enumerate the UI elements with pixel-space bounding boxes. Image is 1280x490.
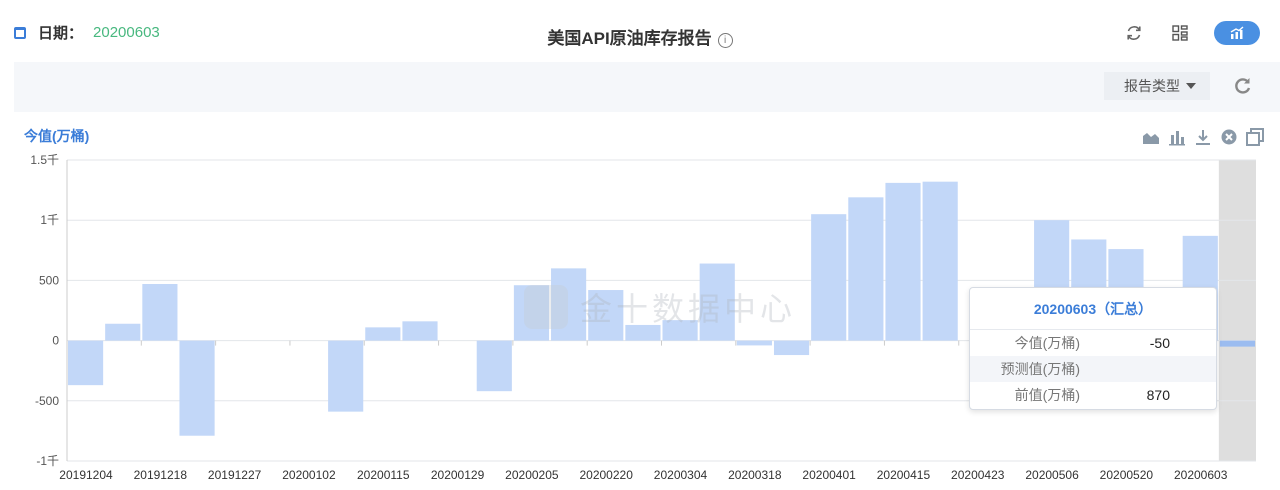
tooltip-row-label: 预测值(万桶) [1000, 361, 1080, 377]
header: 日期： 20200603 美国API原油库存报告 i [0, 0, 1280, 62]
download-icon[interactable] [1194, 128, 1212, 146]
tooltip-title: 20200603（汇总） [970, 288, 1216, 330]
chevron-down-icon [1186, 83, 1196, 89]
grid-icon[interactable] [1168, 21, 1192, 45]
header-icons [1122, 21, 1260, 45]
tooltip-row: 前值(万桶) 870 [970, 382, 1216, 408]
chart-icon[interactable] [1214, 21, 1260, 45]
close-icon[interactable] [1220, 128, 1238, 146]
toolbar: 报告类型 [14, 62, 1280, 112]
line-chart-icon[interactable] [1142, 128, 1160, 146]
bar-chart-icon[interactable] [1168, 128, 1186, 146]
page-title-wrap: 美国API原油库存报告 i [0, 24, 1280, 49]
tooltip-row-label: 前值(万桶) [1014, 387, 1080, 403]
report-type-dropdown[interactable]: 报告类型 [1104, 72, 1210, 100]
watermark-logo [524, 285, 568, 329]
tooltip-row-value: -50 [1149, 335, 1170, 351]
tooltip-row-label: 今值(万桶) [1014, 335, 1080, 351]
chart-tooltip: 20200603（汇总） 今值(万桶) -50 预测值(万桶) 前值(万桶) 8… [969, 287, 1217, 410]
tooltip-row: 预测值(万桶) [970, 356, 1216, 382]
chart-toolbox [1142, 128, 1264, 146]
watermark: 金十数据中心 [524, 284, 796, 330]
watermark-text: 金十数据中心 [580, 291, 797, 327]
page-title: 美国API原油库存报告 [547, 29, 712, 48]
report-type-label: 报告类型 [1124, 78, 1180, 94]
info-icon[interactable]: i [717, 33, 733, 48]
copy-icon[interactable] [1246, 128, 1264, 146]
refresh-icon[interactable] [1122, 21, 1146, 45]
tooltip-row-value: 870 [1146, 387, 1170, 403]
reload-icon[interactable] [1232, 75, 1254, 97]
tooltip-row: 今值(万桶) -50 [970, 330, 1216, 356]
chart-title: 今值(万桶) [24, 128, 90, 144]
